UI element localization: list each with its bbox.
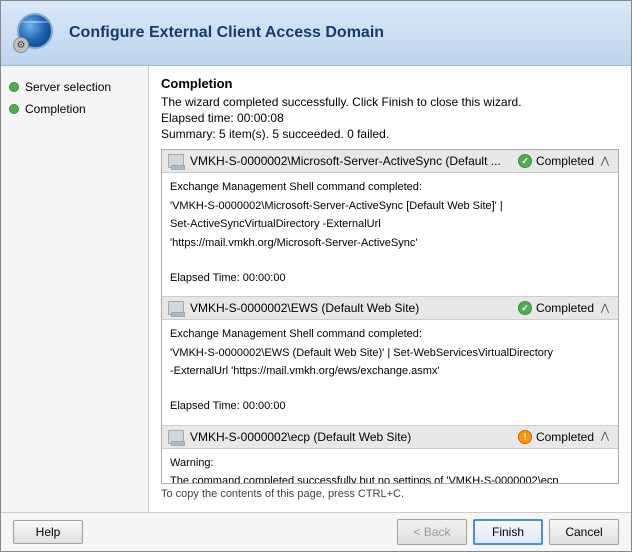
status-icon-2: ✓ — [518, 301, 532, 315]
footer-right: < Back Finish Cancel — [397, 519, 619, 545]
status-icon-1: ✓ — [518, 154, 532, 168]
summary: Summary: 5 item(s). 5 succeeded. 0 faile… — [161, 127, 619, 141]
main-content: Server selection Completion Completion T… — [1, 66, 631, 512]
result-line-2-5: Elapsed Time: 00:00:00 — [170, 398, 610, 415]
help-button[interactable]: Help — [13, 520, 83, 544]
completion-description: The wizard completed successfully. Click… — [161, 95, 619, 109]
result-item-3: VMKH-S-0000002\ecp (Default Web Site) ! … — [162, 426, 618, 485]
finish-button[interactable]: Finish — [473, 519, 543, 545]
result-name-2: VMKH-S-0000002\EWS (Default Web Site) — [190, 301, 510, 315]
content-area: Completion The wizard completed successf… — [149, 66, 631, 512]
server-icon-3 — [168, 430, 184, 444]
status-label-3: Completed — [536, 430, 594, 444]
status-icon-3: ! — [518, 430, 532, 444]
result-name-1: VMKH-S-0000002\Microsoft-Server-ActiveSy… — [190, 154, 510, 168]
results-container[interactable]: VMKH-S-0000002\Microsoft-Server-ActiveSy… — [161, 149, 619, 484]
title-icon: ⚙ — [9, 9, 57, 57]
server-icon-1 — [168, 154, 184, 168]
expand-btn-2[interactable]: ⋀ — [598, 303, 612, 314]
result-item-1: VMKH-S-0000002\Microsoft-Server-ActiveSy… — [162, 150, 618, 297]
completion-heading: Completion — [161, 76, 619, 91]
result-status-1: ✓ Completed ⋀ — [518, 154, 612, 168]
server-icon-2 — [168, 301, 184, 315]
result-line-2-2: 'VMKH-S-0000002\EWS (Default Web Site)' … — [170, 345, 610, 362]
result-line-2-3: -ExternalUrl 'https://mail.vmkh.org/ews/… — [170, 363, 610, 380]
result-line-2-1: Exchange Management Shell command comple… — [170, 326, 610, 343]
copy-hint: To copy the contents of this page, press… — [161, 484, 619, 502]
result-line-3-2: The command completed successfully but n… — [170, 473, 610, 484]
footer: Help < Back Finish Cancel — [1, 512, 631, 551]
result-header-3[interactable]: VMKH-S-0000002\ecp (Default Web Site) ! … — [162, 426, 618, 449]
title-bar: ⚙ Configure External Client Access Domai… — [1, 1, 631, 66]
sidebar-status-dot-1 — [9, 82, 19, 92]
status-label-1: Completed — [536, 154, 594, 168]
window-title: Configure External Client Access Domain — [69, 24, 384, 42]
sidebar-item-completion[interactable]: Completion — [1, 98, 148, 120]
sidebar-item-label-1: Server selection — [25, 80, 111, 94]
sidebar-item-label-2: Completion — [25, 102, 86, 116]
status-label-2: Completed — [536, 301, 594, 315]
result-item-2: VMKH-S-0000002\EWS (Default Web Site) ✓ … — [162, 297, 618, 426]
expand-btn-3[interactable]: ⋀ — [598, 431, 612, 442]
sidebar-status-dot-2 — [9, 104, 19, 114]
sidebar: Server selection Completion — [1, 66, 149, 512]
result-body-2: Exchange Management Shell command comple… — [162, 320, 618, 425]
result-body-1: Exchange Management Shell command comple… — [162, 173, 618, 296]
result-status-3: ! Completed ⋀ — [518, 430, 612, 444]
result-header-1[interactable]: VMKH-S-0000002\Microsoft-Server-ActiveSy… — [162, 150, 618, 173]
result-line-3-1: Warning: — [170, 455, 610, 472]
main-window: ⚙ Configure External Client Access Domai… — [0, 0, 632, 552]
cancel-button[interactable]: Cancel — [549, 519, 619, 545]
expand-btn-1[interactable]: ⋀ — [598, 156, 612, 167]
sidebar-item-server-selection[interactable]: Server selection — [1, 76, 148, 98]
result-status-2: ✓ Completed ⋀ — [518, 301, 612, 315]
result-body-3: Warning: The command completed successfu… — [162, 449, 618, 485]
footer-left: Help — [13, 520, 83, 544]
result-name-3: VMKH-S-0000002\ecp (Default Web Site) — [190, 430, 510, 444]
result-line-1-2: 'VMKH-S-0000002\Microsoft-Server-ActiveS… — [170, 198, 610, 215]
result-line-1-3: Set-ActiveSyncVirtualDirectory -External… — [170, 216, 610, 233]
gear-icon: ⚙ — [13, 37, 29, 53]
result-header-2[interactable]: VMKH-S-0000002\EWS (Default Web Site) ✓ … — [162, 297, 618, 320]
elapsed-time: Elapsed time: 00:00:08 — [161, 111, 619, 125]
result-line-1-6: Elapsed Time: 00:00:00 — [170, 270, 610, 287]
result-line-1-4: 'https://mail.vmkh.org/Microsoft-Server-… — [170, 235, 610, 252]
back-button[interactable]: < Back — [397, 519, 467, 545]
result-line-1-1: Exchange Management Shell command comple… — [170, 179, 610, 196]
